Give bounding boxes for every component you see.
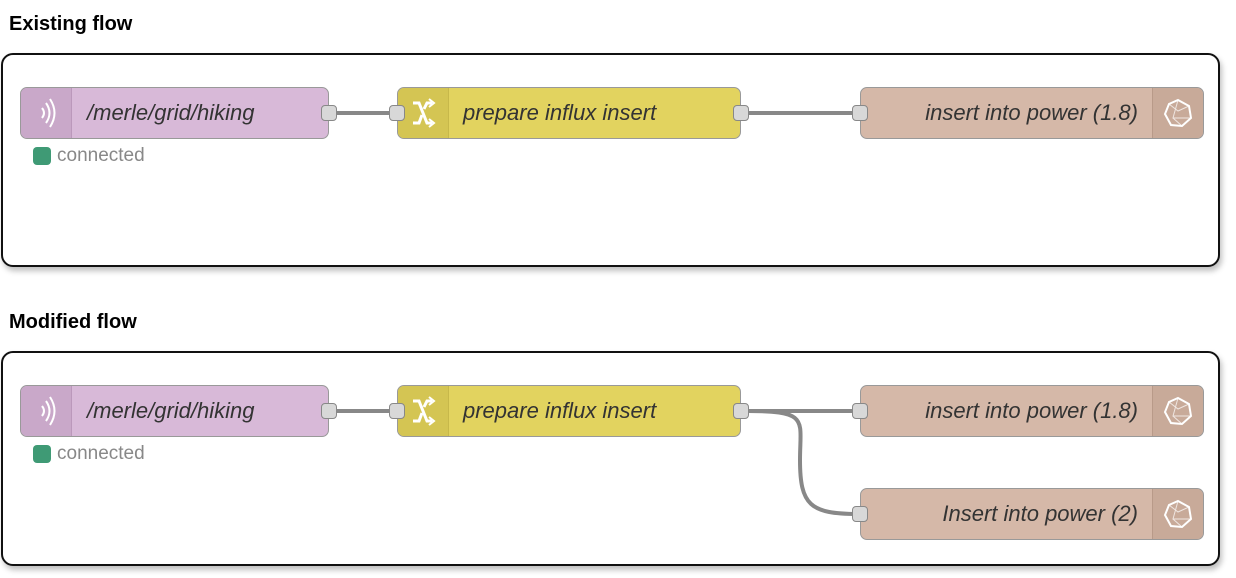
function-node[interactable]: prepare influx insert xyxy=(397,385,741,437)
influx-node-1[interactable]: insert into power (1.8) xyxy=(860,87,1204,139)
mqtt-icon-box xyxy=(21,88,72,138)
radio-waves-icon xyxy=(41,396,56,426)
mqtt-in-node[interactable]: /merle/grid/hiking xyxy=(20,87,329,139)
status-dot-icon xyxy=(33,147,51,165)
status-text: connected xyxy=(57,145,145,166)
influx-icon-box xyxy=(1152,386,1203,436)
mqtt-in-node[interactable]: /merle/grid/hiking xyxy=(20,385,329,437)
mqtt-status: connected xyxy=(33,443,145,465)
shuffle-icon xyxy=(413,396,436,426)
status-dot-icon xyxy=(33,445,51,463)
influx-input-port[interactable] xyxy=(852,105,868,121)
status-text: connected xyxy=(57,443,145,464)
function-output-port[interactable] xyxy=(733,105,749,121)
influx-node-label: insert into power (1.8) xyxy=(925,398,1138,423)
mqtt-output-port[interactable] xyxy=(321,403,337,419)
influx-icon-box xyxy=(1152,88,1203,138)
mqtt-output-port[interactable] xyxy=(321,105,337,121)
influx-node-label: insert into power (1.8) xyxy=(925,100,1138,125)
radio-waves-icon xyxy=(41,98,56,128)
mqtt-status: connected xyxy=(33,145,145,167)
section-title-existing: Existing flow xyxy=(9,13,133,35)
influx-node-1[interactable]: insert into power (1.8) xyxy=(860,385,1204,437)
function-input-port[interactable] xyxy=(389,403,405,419)
influx-1-input-port[interactable] xyxy=(852,403,868,419)
influx-2-input-port[interactable] xyxy=(852,506,868,522)
existing-flow-canvas xyxy=(1,53,1220,267)
function-icon-box xyxy=(398,386,449,436)
mqtt-node-label: /merle/grid/hiking xyxy=(87,398,255,423)
function-node-label: prepare influx insert xyxy=(463,398,657,423)
influx-icon-box xyxy=(1152,489,1203,539)
mqtt-node-label: /merle/grid/hiking xyxy=(87,100,255,125)
function-output-port[interactable] xyxy=(733,403,749,419)
section-title-modified: Modified flow xyxy=(9,311,137,333)
function-node-label: prepare influx insert xyxy=(463,100,657,125)
function-icon-box xyxy=(398,88,449,138)
influxdb-icon xyxy=(1163,98,1193,128)
influx-node-2-label: Insert into power (2) xyxy=(942,501,1138,526)
function-input-port[interactable] xyxy=(389,105,405,121)
function-node[interactable]: prepare influx insert xyxy=(397,87,741,139)
shuffle-icon xyxy=(413,98,436,128)
influxdb-icon xyxy=(1163,396,1193,426)
influxdb-icon xyxy=(1163,499,1193,529)
influx-node-2[interactable]: Insert into power (2) xyxy=(860,488,1204,540)
mqtt-icon-box xyxy=(21,386,72,436)
